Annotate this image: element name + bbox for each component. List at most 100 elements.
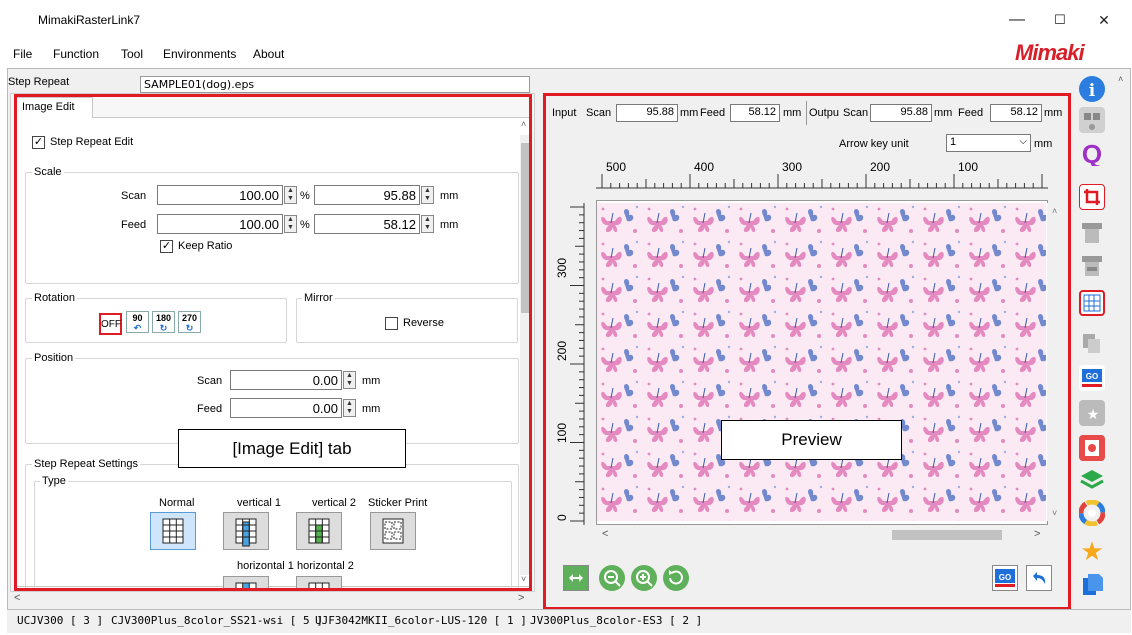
input-feed-label: Feed (700, 107, 726, 119)
preview-callout: Preview (721, 420, 902, 460)
crop-icon[interactable] (1079, 184, 1105, 210)
function-name: Step Repeat (8, 76, 70, 88)
zoom-out-button[interactable] (599, 565, 625, 591)
position-scan-label: Scan (197, 375, 223, 387)
copy-icon[interactable] (1079, 330, 1105, 356)
position-scan-spinner[interactable]: ▲ ▼ (343, 371, 356, 389)
print-settings-icon[interactable] (1079, 107, 1105, 133)
scroll-down-icon[interactable]: ˅ (521, 574, 526, 584)
menu-file[interactable]: File (13, 47, 32, 61)
grid-vertical2-icon (308, 518, 330, 544)
rotation-270-label: 270 (181, 313, 198, 323)
rotation-90-button[interactable]: 90 ↶ (126, 311, 149, 333)
zoom-in-button[interactable] (631, 565, 657, 591)
output-scan-field[interactable]: 95.88 (870, 104, 932, 122)
output-feed-field[interactable]: 58.12 (990, 104, 1042, 122)
toolbar-scrollbar[interactable]: ˄ ˅ (1114, 70, 1130, 625)
scale-feed-percent-spinner[interactable]: ▲ ▼ (284, 215, 297, 233)
left-scrollbar-thumb[interactable] (521, 143, 529, 313)
scroll-left-icon[interactable]: < (602, 528, 608, 540)
type-sticker-button[interactable] (370, 512, 416, 550)
fit-width-button[interactable] (563, 565, 589, 591)
media-icon[interactable] (1079, 220, 1105, 246)
rotation-off-button[interactable]: OFF (99, 313, 122, 335)
percent-unit: % (300, 190, 310, 202)
scroll-up-icon[interactable]: ˄ (1118, 74, 1123, 84)
mm-unit: mm (783, 107, 802, 119)
color-wheel-icon[interactable] (1078, 499, 1106, 527)
file-name-field: SAMPLE01(dog).eps (140, 76, 530, 93)
scroll-up-icon[interactable]: ˄ (521, 119, 526, 129)
go-print-icon[interactable]: GO (1079, 365, 1105, 391)
preview-hscrollbar-thumb[interactable] (892, 530, 1002, 540)
layer-icon[interactable] (1079, 467, 1105, 493)
type-vertical2-button[interactable] (296, 512, 342, 550)
position-scan-input[interactable]: 0.00 (230, 370, 342, 390)
scale-feed-mm-input[interactable]: 58.12 (314, 214, 420, 234)
favorite-settings-icon[interactable]: ★ (1079, 400, 1105, 426)
input-scan-field[interactable]: 95.88 (616, 104, 678, 122)
scroll-right-icon[interactable]: > (1034, 528, 1040, 540)
type-horizontal1-button[interactable] (223, 576, 269, 590)
ruler-label: 500 (606, 160, 626, 174)
preview-canvas[interactable] (597, 203, 1046, 521)
ruler-label: 100 (958, 160, 978, 174)
media-cut-icon[interactable] (1079, 253, 1105, 279)
info-icon[interactable]: i (1079, 76, 1105, 102)
document-icon[interactable] (1079, 572, 1105, 598)
mm-unit: mm (680, 107, 699, 119)
menu-environments[interactable]: Environments (163, 47, 236, 61)
rotation-180-button[interactable]: 180 ↻ (152, 311, 175, 333)
scale-scan-percent-spinner[interactable]: ▲ ▼ (284, 186, 297, 204)
position-feed-input[interactable]: 0.00 (230, 398, 342, 418)
type-vertical1-button[interactable] (223, 512, 269, 550)
maximize-button[interactable]: ☐ (1045, 8, 1075, 32)
preview-hscrollbar[interactable]: < > (597, 526, 1046, 544)
printer-tab-jv300plus[interactable]: JV300Plus_8color-ES3 [ 2 ] (530, 614, 702, 627)
mm-unit: mm (362, 403, 381, 415)
scroll-right-icon[interactable]: > (518, 592, 524, 604)
type-horizontal2-label: horizontal 2 (297, 560, 354, 572)
left-hscrollbar[interactable]: < > (10, 592, 535, 608)
printer-tab-cjv300plus[interactable]: CJV300Plus_8color_SS21-wsi [ 5 ] (111, 614, 323, 627)
scale-scan-mm-spinner[interactable]: ▲ ▼ (421, 186, 434, 204)
star-icon[interactable]: ★ (1079, 537, 1105, 567)
close-button[interactable]: ✕ (1089, 8, 1119, 32)
position-feed-spinner[interactable]: ▲ ▼ (343, 399, 356, 417)
refresh-button[interactable] (663, 565, 689, 591)
preview-vscrollbar[interactable]: ˄ ˅ (1047, 203, 1065, 521)
keep-ratio-checkbox[interactable]: ✓ (160, 240, 173, 253)
left-scrollbar[interactable] (520, 135, 530, 575)
tab-image-edit[interactable]: Image Edit (15, 97, 93, 118)
menu-about[interactable]: About (253, 47, 284, 61)
menu-function[interactable]: Function (53, 47, 99, 61)
step-repeat-icon[interactable] (1079, 290, 1105, 316)
rotation-270-button[interactable]: 270 ↻ (178, 311, 201, 333)
minimize-button[interactable]: — (1002, 8, 1032, 32)
quick-q-icon[interactable]: Q (1079, 139, 1105, 169)
color-replace-icon[interactable] (1079, 435, 1105, 461)
scale-feed-mm-spinner[interactable]: ▲ ▼ (421, 215, 434, 233)
zoom-in-icon (636, 570, 653, 587)
step-repeat-edit-checkbox[interactable]: ✓ (32, 136, 45, 149)
scroll-down-icon[interactable]: ˅ (1052, 508, 1057, 518)
arrow-key-unit-label: Arrow key unit (839, 138, 909, 150)
ruler-label: 200 (555, 341, 569, 361)
type-horizontal2-button[interactable] (296, 576, 342, 590)
scroll-up-icon[interactable]: ˄ (1052, 206, 1057, 216)
scale-scan-mm-input[interactable]: 95.88 (314, 185, 420, 205)
type-normal-button[interactable] (150, 512, 196, 550)
undo-button[interactable] (1026, 565, 1052, 591)
input-feed-field[interactable]: 58.12 (730, 104, 780, 122)
menu-tool[interactable]: Tool (121, 47, 143, 61)
ruler-label: 100 (555, 423, 569, 443)
reverse-checkbox[interactable] (385, 317, 398, 330)
arrow-key-unit-select[interactable]: 1 ⌵ (946, 134, 1031, 152)
go-button[interactable]: GO (992, 565, 1018, 591)
printer-tab-ucjv300[interactable]: UCJV300 [ 3 ] (17, 614, 103, 627)
scale-scan-percent-input[interactable]: 100.00 (157, 185, 283, 205)
printer-tab-ujf3042[interactable]: UJF3042MKII_6color-LUS-120 [ 1 ] (315, 614, 527, 627)
scroll-left-icon[interactable]: < (14, 592, 20, 604)
step-repeat-settings-label: Step Repeat Settings (32, 458, 140, 470)
scale-feed-percent-input[interactable]: 100.00 (157, 214, 283, 234)
